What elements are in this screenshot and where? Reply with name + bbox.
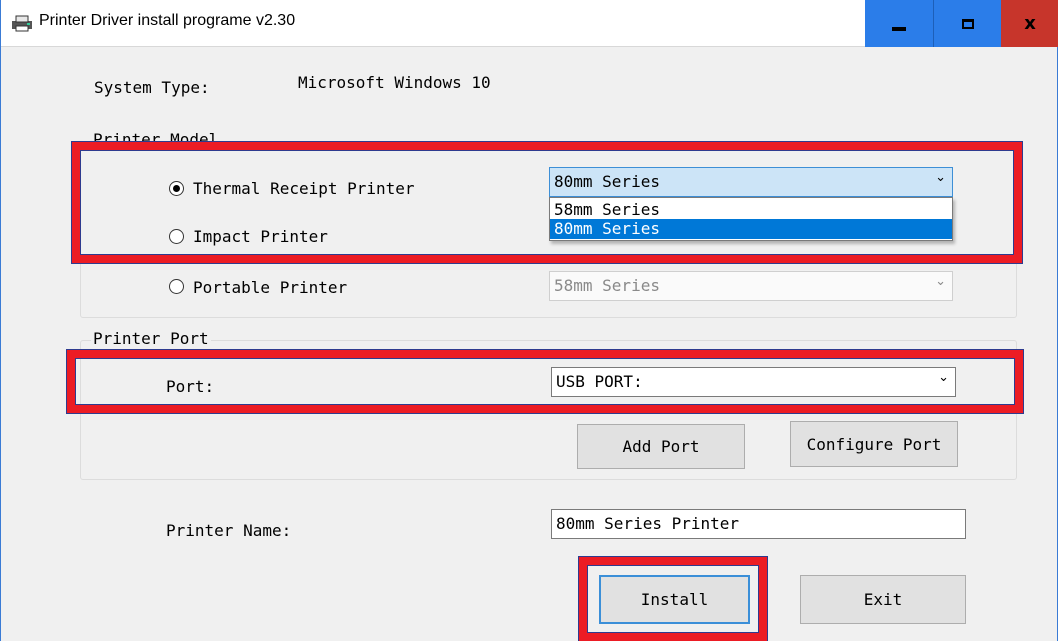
- maximize-button[interactable]: [933, 0, 1001, 47]
- printer-icon: [12, 15, 32, 32]
- portable-series-value: 58mm Series: [554, 276, 660, 295]
- printer-name-input[interactable]: 80mm Series Printer: [551, 509, 966, 539]
- thermal-series-select[interactable]: 80mm Series ⌄: [549, 167, 953, 197]
- portable-printer-label[interactable]: Portable Printer: [193, 278, 347, 297]
- configure-port-button[interactable]: Configure Port: [790, 421, 958, 467]
- port-value: USB PORT:: [556, 372, 643, 391]
- system-type-label: System Type:: [94, 78, 210, 97]
- port-label: Port:: [166, 377, 215, 396]
- portable-printer-radio[interactable]: [169, 279, 184, 294]
- install-button[interactable]: Install: [599, 575, 750, 624]
- maximize-icon: [961, 18, 974, 29]
- exit-button[interactable]: Exit: [800, 575, 966, 624]
- chevron-down-icon: ⌄: [935, 170, 946, 185]
- dropdown-option-58mm[interactable]: 58mm Series: [550, 200, 952, 220]
- impact-printer-radio[interactable]: [169, 229, 184, 244]
- printer-port-legend: Printer Port: [91, 329, 211, 348]
- installer-window: Printer Driver install programe v2.30 x …: [0, 0, 1058, 641]
- thermal-receipt-radio[interactable]: [169, 181, 184, 196]
- system-type-value: Microsoft Windows 10: [298, 73, 491, 92]
- window-title: Printer Driver install programe v2.30: [39, 12, 296, 29]
- thermal-series-dropdown: 58mm Series 80mm Series: [549, 197, 953, 241]
- close-button[interactable]: x: [1001, 0, 1058, 47]
- dropdown-option-80mm[interactable]: 80mm Series: [550, 219, 952, 239]
- close-icon: x: [1024, 13, 1036, 34]
- port-select[interactable]: USB PORT: ⌄: [551, 367, 956, 397]
- portable-series-select[interactable]: 58mm Series ⌄: [549, 271, 953, 301]
- add-port-button[interactable]: Add Port: [577, 424, 745, 469]
- chevron-down-icon: ⌄: [935, 274, 946, 289]
- printer-name-label: Printer Name:: [166, 521, 292, 540]
- title-bar[interactable]: Printer Driver install programe v2.30 x: [1, 0, 1058, 47]
- thermal-series-value: 80mm Series: [554, 172, 660, 191]
- chevron-down-icon: ⌄: [938, 370, 949, 385]
- thermal-receipt-label[interactable]: Thermal Receipt Printer: [193, 179, 415, 198]
- minimize-icon: [892, 26, 906, 31]
- impact-printer-label[interactable]: Impact Printer: [193, 227, 328, 246]
- minimize-button[interactable]: [865, 0, 933, 47]
- printer-model-legend: Printer Model: [91, 130, 221, 149]
